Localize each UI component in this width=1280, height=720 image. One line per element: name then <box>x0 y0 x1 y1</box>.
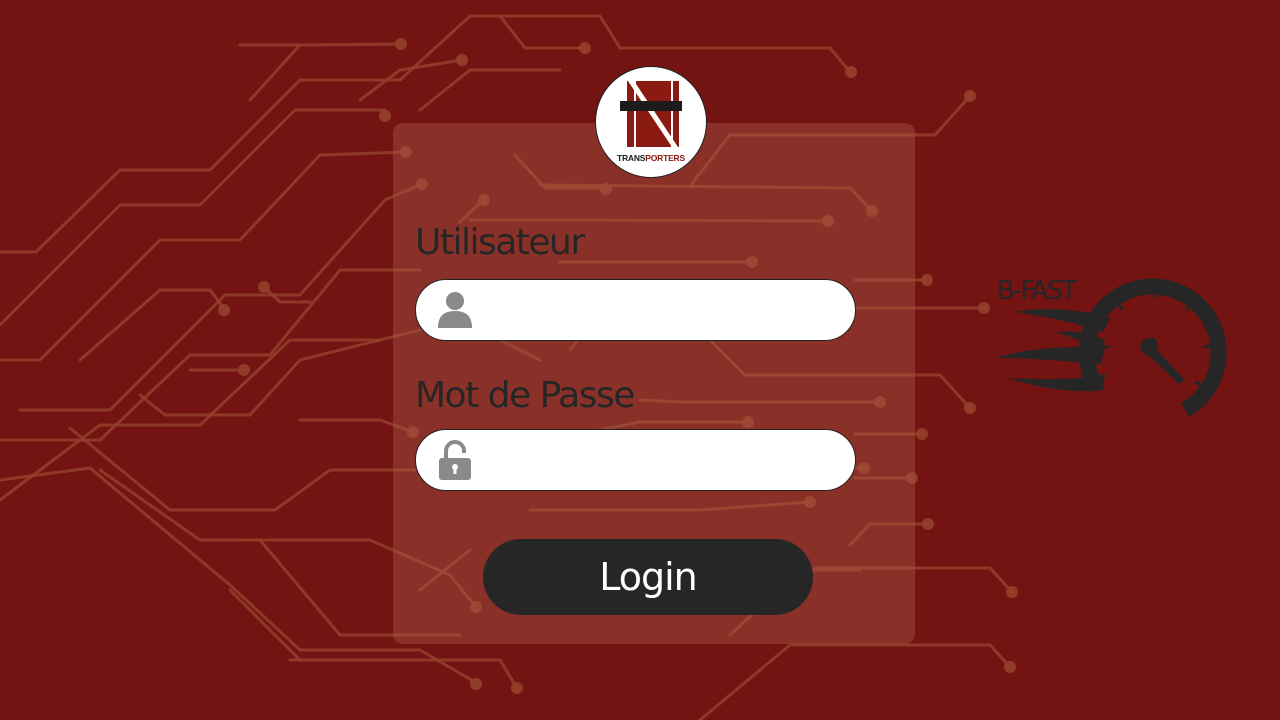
password-field[interactable] <box>415 429 856 491</box>
password-label: Mot de Passe <box>415 375 635 416</box>
brand-name: B-FAST <box>997 276 1077 306</box>
login-button[interactable]: Login <box>483 539 813 615</box>
password-input[interactable] <box>486 438 840 484</box>
lock-icon <box>439 440 471 480</box>
logo-text-part1: TRANS <box>617 153 646 163</box>
transporters-logo: TRANSPORTERS <box>595 66 707 178</box>
username-input[interactable] <box>486 288 840 334</box>
username-field[interactable] <box>415 279 856 341</box>
logo-text: TRANSPORTERS <box>596 153 706 163</box>
logo-text-part2: PORTERS <box>645 153 685 163</box>
user-icon <box>438 292 472 328</box>
username-label: Utilisateur <box>415 222 585 263</box>
